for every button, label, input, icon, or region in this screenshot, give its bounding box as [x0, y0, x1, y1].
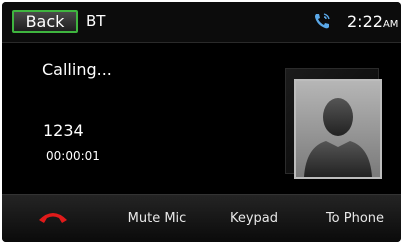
phone-icon	[315, 13, 330, 29]
keypad-button[interactable]: Keypad	[218, 195, 290, 242]
call-number: 1234	[43, 121, 84, 140]
end-call-button[interactable]	[2, 195, 102, 242]
call-status: Calling...	[42, 60, 112, 79]
mute-mic-button[interactable]: Mute Mic	[114, 195, 200, 242]
to-phone-button[interactable]: To Phone	[312, 195, 398, 242]
source-label: BT	[86, 12, 106, 30]
phone-call-screen: Back BT 2:22AM Calling... 1234 00:00:01	[2, 2, 401, 242]
clock-time: 2:22	[347, 12, 383, 31]
call-duration: 00:00:01	[46, 149, 100, 163]
top-bar: Back BT 2:22AM	[2, 2, 401, 43]
back-button[interactable]: Back	[12, 10, 78, 33]
end-call-icon	[39, 213, 67, 223]
call-actions-bar: Mute Mic Keypad To Phone	[2, 194, 401, 242]
contact-placeholder-icon	[294, 79, 382, 179]
clock: 2:22AM	[347, 12, 398, 31]
clock-ampm: AM	[382, 19, 399, 30]
